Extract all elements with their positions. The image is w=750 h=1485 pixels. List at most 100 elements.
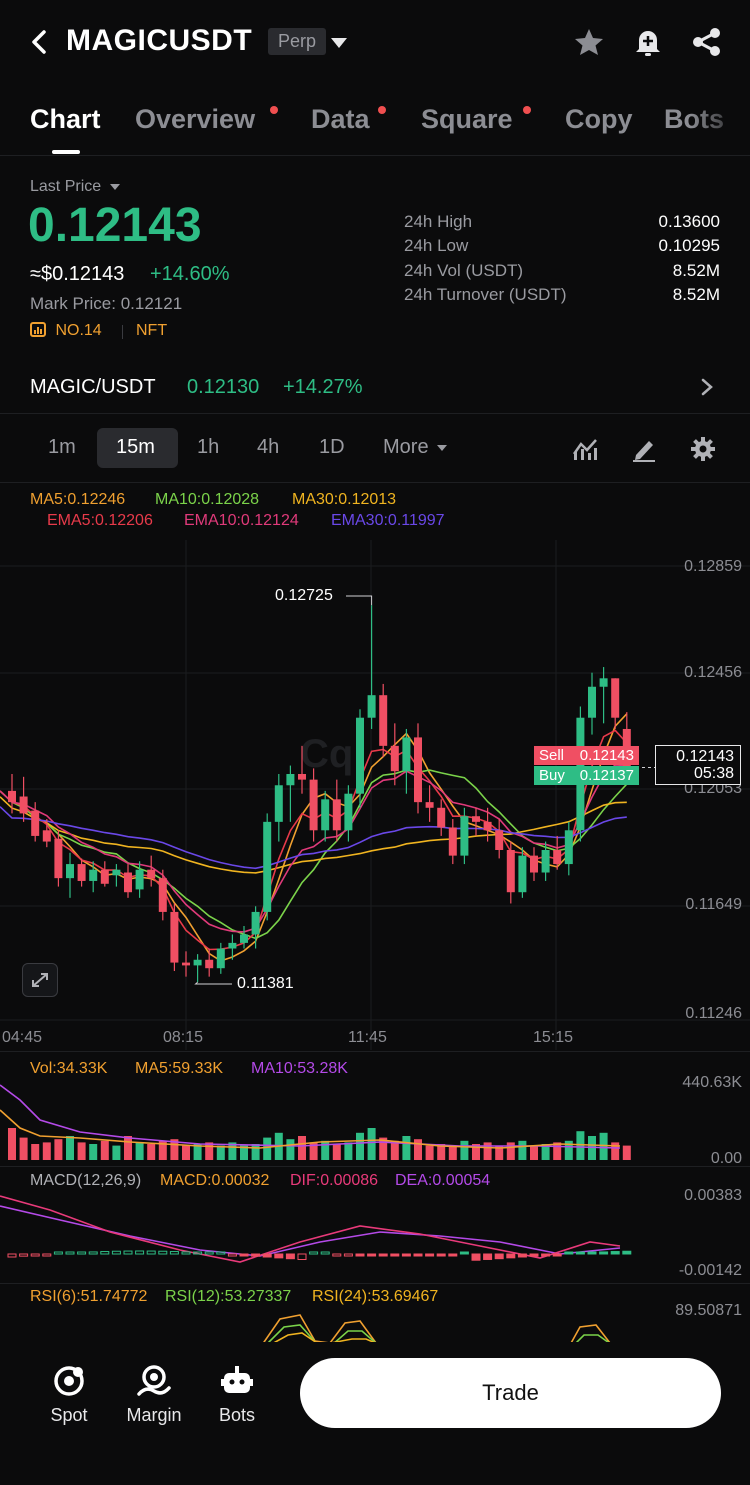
fullscreen-button[interactable] [22,963,58,997]
volume-bar [89,1144,98,1160]
volume-bar [356,1132,364,1160]
interval-4h[interactable]: 4h [257,436,279,459]
volume-bar [124,1136,132,1160]
favorite-star-icon[interactable] [572,26,606,58]
interval-1h[interactable]: 1h [197,436,219,459]
interval-15m[interactable]: 15m [116,436,155,459]
buy-price-tag[interactable]: Buy 0.12137 [534,766,639,785]
sell-price-tag[interactable]: Sell 0.12143 [534,746,639,765]
margin-icon[interactable] [136,1364,172,1398]
indicators-icon[interactable] [571,436,599,462]
macd-histogram-bar [610,1251,620,1255]
macd-histogram-bar [227,1253,237,1257]
more-dropdown-icon [437,444,448,451]
candlestick-chart[interactable]: Cq [0,540,750,1050]
share-icon[interactable] [690,26,724,58]
category-tag[interactable]: NFT [136,322,167,340]
draw-pencil-icon[interactable] [631,436,657,462]
interval-more[interactable]: More [383,436,448,459]
macd-histogram-bar [436,1253,446,1257]
interval-1m[interactable]: 1m [48,436,76,459]
candle-body [170,911,179,963]
legend-vol-ma10: MA10:53.28K [251,1060,348,1077]
stat-24h-low-label: 24h Low [404,236,469,255]
spot-pair-row[interactable]: MAGIC/USDT 0.12130 +14.27% [0,360,750,412]
volume-bar [8,1128,16,1160]
chart-top-divider [0,482,750,483]
volume-bar [263,1137,272,1160]
volume-bar [135,1142,144,1160]
trade-button[interactable]: Trade [300,1358,721,1428]
symbol-dropdown-icon[interactable] [331,38,347,48]
candle-body [344,793,353,831]
macd-dea-line [0,1205,621,1257]
candle-body [263,821,272,912]
candle-body [553,849,562,865]
legend-ema5: EMA5:0.12206 [47,512,153,529]
legend-ma30: MA30:0.12013 [292,491,397,508]
macd-histogram-bar [320,1251,330,1255]
volume-bar [19,1137,28,1160]
legend-ma5: MA5:0.12246 [30,491,126,508]
candle-body [31,810,40,836]
volume-bar [332,1144,341,1160]
rank-tag[interactable]: NO.14 [30,322,102,340]
symbol-title[interactable]: MAGICUSDT [66,24,252,58]
usd-price: ≈$0.12143 [30,263,125,285]
bots-icon[interactable] [220,1364,254,1398]
tab-data[interactable]: Data [311,104,370,135]
macd-histogram-bar [483,1253,493,1260]
macd-histogram-bar [77,1251,87,1255]
tab-data-notification-dot [378,106,386,114]
tag-divider [122,325,123,339]
macd-histogram-bar [529,1253,539,1257]
volume-bar [483,1142,492,1160]
mark-price-label: Mark Price: [30,294,116,313]
candle-body [274,785,283,822]
legend-rsi6: RSI(6):51.74772 [30,1288,148,1305]
macd-histogram-bar [251,1253,261,1257]
volume-bar [460,1140,469,1160]
back-arrow-icon[interactable] [26,26,54,58]
current-price-value: 0.12143 [676,748,734,765]
tab-copy[interactable]: Copy [565,104,633,135]
legend-ema10: EMA10:0.12124 [184,512,299,529]
candle-body [8,790,16,803]
chart-settings-gear-icon[interactable] [689,435,717,463]
macd-histogram-bar [599,1251,609,1255]
candle-body [588,686,596,718]
interval-1d[interactable]: 1D [319,436,345,459]
nav-spot-label[interactable]: Spot [24,1405,114,1426]
spot-icon[interactable] [52,1364,86,1398]
volume-bar [448,1145,457,1160]
candle-body [158,878,167,912]
candle-body [506,849,515,893]
macd-histogram-bar [123,1250,133,1255]
candle-body [89,869,98,881]
tab-chart[interactable]: Chart [30,104,101,135]
price-alert-bell-icon[interactable] [631,26,665,58]
candle-body [611,678,620,718]
last-price-selector[interactable]: Last Price [30,178,120,196]
candle-body [448,827,457,856]
macd-histogram-bar [367,1253,377,1257]
nav-margin-label[interactable]: Margin [109,1405,199,1426]
tab-square[interactable]: Square [421,104,513,135]
macd-histogram-bar [494,1253,504,1260]
candle-body [54,838,63,879]
tab-fade-overlay [690,100,750,150]
time-axis-label-2: 08:15 [163,1029,204,1046]
candle-body [228,942,237,949]
tab-overview[interactable]: Overview [135,104,255,135]
macd-histogram-bar [181,1251,191,1255]
candle-body [251,911,260,935]
volume-bar [344,1142,353,1160]
legend-ema30: EMA30:0.11997 [331,512,445,529]
rank-chart-icon [30,322,46,337]
volume-bar [216,1145,225,1160]
nav-bots-label[interactable]: Bots [192,1405,282,1426]
low-annotation-leader [194,981,232,985]
volume-bar [66,1136,74,1160]
macd-dif: DIF:0.00086 [290,1172,379,1189]
macd-histogram-bar [274,1253,284,1259]
